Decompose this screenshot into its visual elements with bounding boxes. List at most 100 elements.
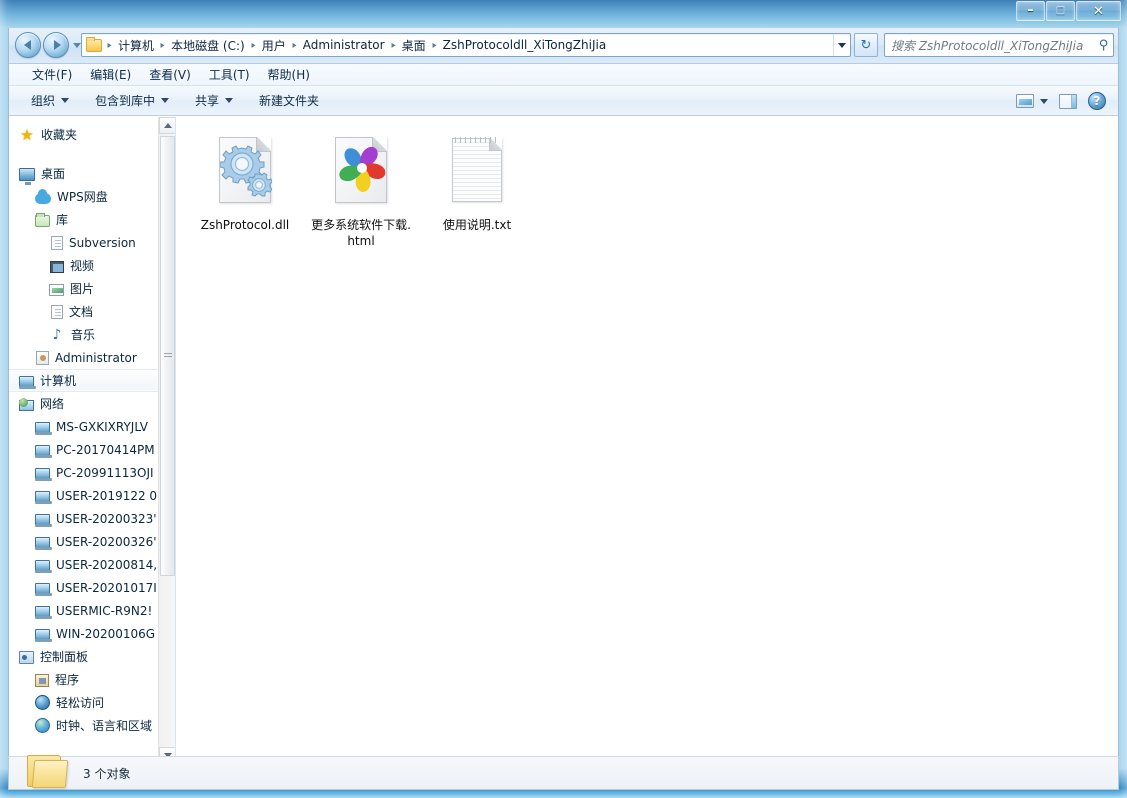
- sidebar-item-label: 库: [56, 213, 69, 227]
- computer-icon: [35, 468, 52, 481]
- sidebar-item-18[interactable]: USER-20200814,: [9, 553, 169, 576]
- sidebar-item-1[interactable]: 桌面: [9, 162, 169, 185]
- library-icon: [35, 212, 50, 227]
- sidebar-item-label: 图片: [70, 282, 95, 296]
- sidebar-item-24[interactable]: 轻松访问: [9, 691, 169, 714]
- breadcrumb-item-0[interactable]: 计算机: [115, 36, 157, 55]
- sidebar-item-label: USER-20200814,: [56, 557, 158, 572]
- sidebar-item-label: USERMIC-R9N2!: [56, 603, 153, 618]
- refresh-icon: ↻: [860, 37, 872, 53]
- file-item[interactable]: 使用说明.txt: [422, 129, 532, 249]
- sidebar-item-7[interactable]: 文档: [9, 300, 169, 323]
- refresh-button[interactable]: ↻: [854, 33, 878, 57]
- sidebar-item-17[interactable]: USER-20200326': [9, 530, 169, 553]
- sidebar-item-label: WPS网盘: [57, 190, 108, 204]
- preview-pane-button[interactable]: [1055, 92, 1081, 111]
- sidebar-item-23[interactable]: 程序: [9, 668, 169, 691]
- menu-view[interactable]: 查看(V): [140, 64, 200, 85]
- change-view-button[interactable]: [1012, 92, 1052, 110]
- sidebar-item-16[interactable]: USER-20200323': [9, 507, 169, 530]
- breadcrumb-separator: ▸: [292, 39, 297, 51]
- gears-svg: [220, 145, 272, 197]
- sidebar-item-21[interactable]: WIN-20200106G: [9, 622, 169, 645]
- sidebar-item-label: USER-2019122 0I: [56, 488, 161, 503]
- sidebar-item-label: 音乐: [71, 328, 96, 342]
- address-bar[interactable]: ▸ 计算机 ▸ 本地磁盘 (C:) ▸ 用户 ▸ Administrator ▸…: [81, 33, 851, 57]
- spiral-binding-icon: [455, 137, 497, 143]
- sidebar-item-label: PC-20170414PM: [56, 442, 155, 457]
- navigation-scrollbar[interactable]: [158, 117, 175, 764]
- sidebar-item-22[interactable]: 控制面板: [9, 645, 169, 668]
- breadcrumb-item-4[interactable]: 桌面: [399, 36, 429, 55]
- share-button[interactable]: 共享: [187, 89, 241, 112]
- menu-edit[interactable]: 编辑(E): [81, 64, 140, 85]
- sidebar-item-label: 网络: [40, 397, 65, 411]
- address-dropdown-chevron-down-icon[interactable]: [833, 34, 850, 56]
- window-client-area: ▸ 计算机 ▸ 本地磁盘 (C:) ▸ 用户 ▸ Administrator ▸…: [8, 28, 1119, 765]
- user-icon: [36, 351, 49, 365]
- chevron-down-icon: [161, 98, 170, 103]
- sidebar-item-10[interactable]: 计算机: [9, 369, 169, 392]
- menu-help[interactable]: 帮助(H): [259, 64, 319, 85]
- sidebar-item-25[interactable]: 时钟、语言和区域: [9, 714, 169, 737]
- preview-pane-icon: [1059, 93, 1077, 109]
- html-pinwheel-icon: [329, 135, 393, 211]
- sidebar-item-label: 程序: [55, 673, 80, 687]
- file-list-pane[interactable]: ZshProtocol.dll 更多系统软件下载.html 使用说明.txt: [176, 117, 1118, 764]
- sidebar-item-6[interactable]: 图片: [9, 277, 169, 300]
- close-button[interactable]: ✕: [1076, 1, 1121, 21]
- maximize-button[interactable]: □: [1046, 1, 1075, 21]
- explorer-body: ★ 收藏夹桌面 WPS网盘库 Subversion 视频图片文档 ♪ 音乐 Administr…: [9, 117, 1118, 764]
- search-input[interactable]: 搜索 ZshProtocoldll_XiTongZhiJia ⚲: [884, 33, 1114, 57]
- explorer-window: – □ ✕ ▸ 计算机 ▸ 本地磁盘 (C:) ▸ 用户 ▸ Administr…: [0, 0, 1127, 798]
- back-button[interactable]: [15, 32, 41, 58]
- sidebar-item-label: USER-20200323': [56, 511, 157, 526]
- file-item[interactable]: ZshProtocol.dll: [190, 129, 300, 249]
- chevron-down-icon: [225, 98, 234, 103]
- breadcrumb-item-1[interactable]: 本地磁盘 (C:): [168, 36, 248, 55]
- recent-pages-chevron-down-icon[interactable]: [73, 42, 81, 48]
- sidebar-item-15[interactable]: USER-2019122 0I: [9, 484, 169, 507]
- file-name: 更多系统软件下载.html: [311, 218, 411, 248]
- sidebar-item-2[interactable]: WPS网盘: [9, 185, 169, 208]
- minimize-button[interactable]: –: [1016, 1, 1045, 21]
- chevron-down-icon: [61, 98, 70, 103]
- scroll-up-button[interactable]: [159, 117, 175, 134]
- sidebar-item-20[interactable]: USERMIC-R9N2!: [9, 599, 169, 622]
- computer-icon: [35, 537, 52, 550]
- forward-button[interactable]: [43, 32, 69, 58]
- sidebar-item-8[interactable]: ♪ 音乐: [9, 323, 169, 346]
- organize-button[interactable]: 组织: [23, 89, 77, 112]
- sidebar-item-12[interactable]: MS-GXKIXRYJLV: [9, 415, 169, 438]
- help-button[interactable]: ?: [1084, 90, 1110, 112]
- sidebar-item-0[interactable]: ★ 收藏夹: [9, 123, 169, 146]
- include-in-library-button[interactable]: 包含到库中: [87, 89, 177, 112]
- sidebar-item-14[interactable]: PC-20991113OJI: [9, 461, 169, 484]
- sidebar-item-11[interactable]: 网络: [9, 392, 169, 415]
- sidebar-item-3[interactable]: 库: [9, 208, 169, 231]
- sidebar-item-label: USER-20200326': [56, 534, 157, 549]
- dll-gears-icon: [213, 135, 277, 211]
- sidebar-item-19[interactable]: USER-20201017I: [9, 576, 169, 599]
- new-folder-button[interactable]: 新建文件夹: [251, 89, 327, 112]
- menu-tools[interactable]: 工具(T): [200, 64, 259, 85]
- sidebar-item-9[interactable]: Administrator: [9, 346, 169, 369]
- sidebar-item-13[interactable]: PC-20170414PM: [9, 438, 169, 461]
- include-in-library-label: 包含到库中: [95, 94, 156, 108]
- menu-file[interactable]: 文件(F): [23, 64, 81, 85]
- breadcrumb-item-3[interactable]: Administrator: [300, 37, 388, 53]
- minimize-icon: –: [1027, 3, 1034, 18]
- back-arrow-icon: [23, 40, 31, 50]
- breadcrumb-item-2[interactable]: 用户: [259, 36, 289, 55]
- breadcrumb-item-5[interactable]: ZshProtocoldll_XiTongZhiJia: [440, 37, 610, 53]
- scrollbar-thumb[interactable]: [160, 136, 175, 576]
- sidebar-item-5[interactable]: 视频: [9, 254, 169, 277]
- file-item[interactable]: 更多系统软件下载.html: [306, 129, 416, 249]
- organize-label: 组织: [31, 94, 56, 108]
- globe-icon: [35, 718, 50, 733]
- new-folder-label: 新建文件夹: [259, 94, 320, 108]
- computer-icon: [35, 560, 52, 573]
- sidebar-item-4[interactable]: Subversion: [9, 231, 169, 254]
- sidebar-item-label: 桌面: [41, 167, 66, 181]
